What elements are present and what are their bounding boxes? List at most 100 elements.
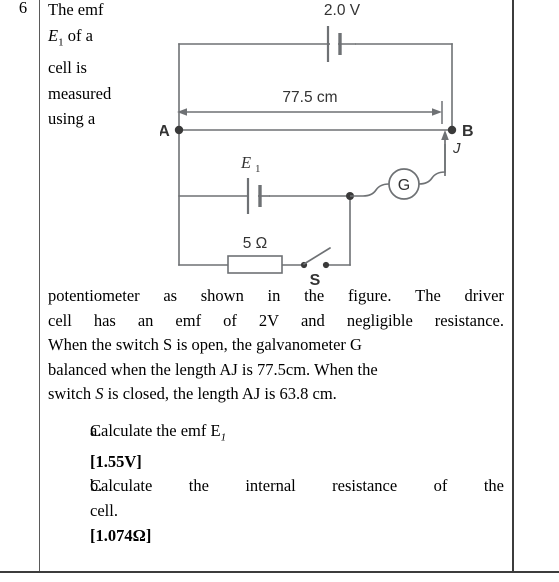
- part-a-answer: [1.55V]: [90, 451, 142, 471]
- body-word: when: [110, 359, 147, 379]
- body-word: 77.5cm.: [257, 359, 311, 379]
- body-line-4: balanced when the length AJ is 77.5cm. W…: [48, 358, 504, 383]
- body-line-2: cell has an emf of 2V and negligible res…: [48, 309, 504, 334]
- resistor-5ohm-symbol: [227, 255, 283, 274]
- switch-s-symbol: [300, 247, 331, 269]
- question-part-b: b. Calculate the internal resistance of …: [48, 474, 504, 548]
- body-line-1: potentiometer as shown in the figure. Th…: [48, 284, 504, 309]
- body-word: resistance.: [434, 310, 504, 330]
- body-word: the: [173, 384, 194, 404]
- question-body-text: potentiometer as shown in the figure. Th…: [48, 284, 504, 407]
- part-b-word: of: [433, 476, 448, 496]
- body-word: G: [350, 335, 362, 355]
- body-word: AJ: [219, 359, 238, 379]
- body-word: is: [241, 359, 253, 379]
- galvanometer-lead-left: [350, 183, 390, 197]
- body-word: cm.: [312, 384, 337, 404]
- part-a-text: Calculate the emf E1: [90, 419, 504, 450]
- resistor-label: 5 Ω: [243, 235, 268, 252]
- part-b-word: the: [483, 476, 504, 496]
- dimension-arrow-right: [432, 108, 442, 116]
- galvanometer-lead-right: [418, 144, 446, 185]
- part-b-marker: b.: [90, 476, 103, 496]
- body-word: potentiometer: [48, 286, 140, 305]
- part-b-word: internal: [245, 476, 296, 496]
- body-word: length: [174, 359, 217, 379]
- switch-lever: [303, 247, 331, 265]
- body-word: When: [314, 359, 354, 379]
- part-b-text-line-2: cell.: [90, 501, 118, 521]
- body-word: as: [163, 286, 178, 305]
- question-intro-column: The emf E1 of a cell is measured using a: [48, 0, 154, 132]
- intro-line-1: The emf: [48, 0, 154, 23]
- body-word: is: [264, 384, 276, 404]
- body-word: the: [91, 335, 112, 355]
- body-word: emf: [175, 310, 202, 330]
- table-column-divider: [39, 0, 40, 572]
- jockey-arrowhead: [441, 130, 449, 140]
- body-word: has: [93, 310, 116, 330]
- body-word: and: [300, 310, 325, 330]
- question-part-a: a. Calculate the emf E1 [1.55V]: [48, 419, 504, 474]
- table-bottom-border: [0, 571, 559, 573]
- body-word: closed,: [122, 384, 170, 404]
- body-word: length: [197, 384, 239, 404]
- jockey-symbol: [441, 130, 449, 176]
- part-b-body: Calculate the internal resistance of the…: [90, 474, 504, 548]
- part-b-word: the: [188, 476, 209, 496]
- emf-subscript: 1: [58, 35, 64, 48]
- body-word: an: [137, 310, 154, 330]
- body-word: figure.: [347, 286, 392, 305]
- intro-emf-symbol: E1: [48, 25, 64, 48]
- body-word: is: [176, 335, 188, 355]
- intro-line-5: using a: [48, 106, 154, 132]
- cell-label-symbol: E: [240, 153, 251, 172]
- body-word: The: [415, 286, 441, 305]
- emf-italic-E: E: [48, 25, 59, 45]
- intro-line-4: measured: [48, 81, 154, 107]
- part-a-prompt: Calculate the emf E: [90, 421, 221, 440]
- intro-word: of: [67, 25, 82, 45]
- intro-word: a: [87, 109, 96, 129]
- body-word: 2V: [258, 310, 279, 330]
- body-word: negligible: [346, 310, 413, 330]
- question-number: 6: [18, 0, 28, 17]
- table-right-border: [512, 0, 514, 572]
- intro-word: emf: [77, 0, 104, 19]
- cell-label-subscript: 1: [255, 163, 261, 175]
- cell-e1-label: E 1: [240, 153, 261, 175]
- body-word: the: [231, 335, 252, 355]
- jockey-label: J: [452, 140, 461, 157]
- intro-line-2: E1 of a: [48, 23, 154, 56]
- body-word: switch: [115, 335, 159, 355]
- body-word: When: [48, 335, 88, 355]
- intro-word: measured: [48, 83, 112, 103]
- part-b-word: resistance: [332, 476, 398, 496]
- terminal-a-label: A: [160, 123, 170, 140]
- part-a-subscript: 1: [220, 431, 227, 444]
- switch-contact-right: [322, 261, 330, 269]
- body-word: in: [267, 286, 281, 305]
- part-b-word: Calculate: [90, 476, 153, 496]
- galvanometer-label: G: [398, 177, 410, 194]
- body-word: AJ: [241, 384, 261, 404]
- body-word: of: [223, 310, 237, 330]
- terminal-b-dot: [447, 125, 457, 135]
- wire-length-label: 77.5 cm: [282, 89, 337, 106]
- body-word: open,: [191, 335, 228, 355]
- body-word: 63.8: [279, 384, 309, 404]
- body-line-3: When the switch S is open, the galvanome…: [48, 333, 504, 358]
- potentiometer-circuit-figure: G 2.0 V 77.5 cm A B J E 1 5 Ω S: [160, 0, 512, 290]
- intro-word: using: [48, 109, 84, 129]
- body-word: is: [107, 384, 119, 404]
- part-b-answer: [1.074Ω]: [90, 525, 152, 545]
- body-word: the: [357, 359, 378, 379]
- terminal-b-label: B: [462, 123, 474, 140]
- body-line-5: switch S is closed, the length AJ is 63.…: [48, 382, 504, 407]
- intro-word: a: [85, 25, 93, 45]
- body-word: the: [304, 286, 325, 305]
- body-word: galvanometer: [256, 335, 346, 355]
- body-word: driver: [464, 286, 504, 305]
- intro-line-3: cell is: [48, 55, 154, 81]
- intro-word: cell: [48, 58, 72, 78]
